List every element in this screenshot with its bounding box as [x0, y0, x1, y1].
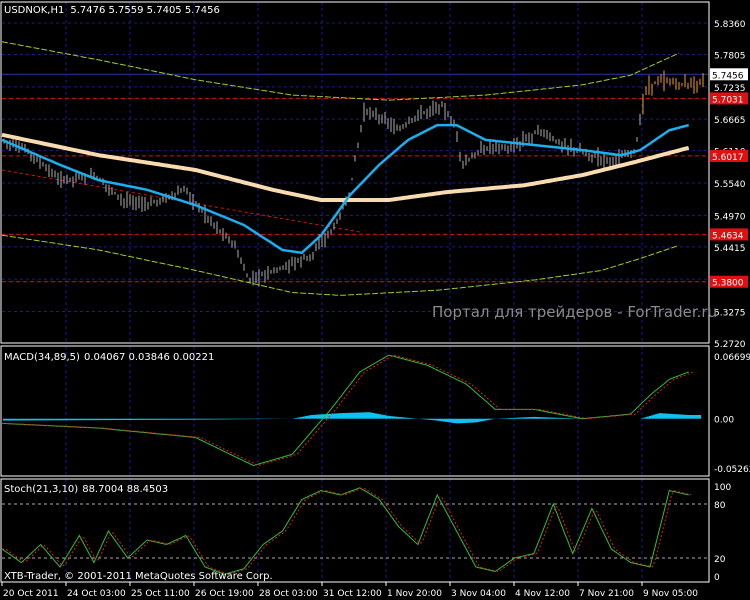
- level-label: 5.7031: [712, 95, 744, 105]
- axes: 20 Oct 2011 24 Oct 03:00 25 Oct 11:00 26 Oc…: [0, 1, 750, 599]
- price-panel[interactable]: [1, 41, 708, 296]
- macd-main-line: [1, 354, 689, 467]
- macd-panel[interactable]: [1, 354, 701, 467]
- y-tick-label: 100: [714, 483, 731, 493]
- macd-signal-line: [2, 354, 694, 467]
- x-tick-label: 28 Oct 03:00: [259, 589, 318, 599]
- x-tick-label: 26 Oct 19:00: [195, 589, 254, 599]
- y-tick-label: 5.4970: [714, 212, 746, 222]
- stoch-header: Stoch(21,3,10) 88.7004 88.4503: [4, 484, 168, 495]
- level-label: 5.4634: [712, 231, 744, 241]
- y-tick-label: -0.05262: [714, 465, 750, 475]
- symbol-header: USDNOK,H1 5.7476 5.7559 5.7405 5.7456: [4, 5, 220, 16]
- y-tick-label: 0.00: [714, 416, 734, 426]
- y-tick-label: 80: [714, 501, 726, 511]
- watermark: Портал для трейдеров - ForTrader.ru: [432, 303, 717, 321]
- envelope-lower-line: [1, 234, 680, 296]
- panel-frame: [0, 1, 710, 344]
- stoch-d-line: [2, 487, 692, 575]
- current-price-label: 5.7456: [712, 71, 744, 81]
- x-tick-label: 9 Nov 05:00: [643, 589, 698, 599]
- fast-ma-line: [1, 123, 690, 255]
- macd-header: MACD(34,89,5) 0.04067 0.03846 0.00221: [4, 352, 214, 363]
- y-tick-label: 5.4415: [714, 244, 746, 254]
- chart-canvas[interactable]: 20 Oct 2011 24 Oct 03:00 25 Oct 11:00 26 Oc…: [0, 0, 750, 600]
- y-tick-label: 0.06699: [714, 353, 750, 363]
- y-tick-label: 5.5540: [714, 180, 746, 190]
- copyright-footer: XTB-Trader, © 2001-2011 MetaQuotes Softw…: [4, 571, 273, 582]
- x-tick-label: 25 Oct 11:00: [131, 589, 190, 599]
- envelope-upper-line: [1, 41, 680, 101]
- x-tick-label: 20 Oct 2011: [3, 589, 59, 599]
- level-label: 5.3800: [712, 279, 744, 289]
- x-tick-label: 4 Nov 12:00: [515, 589, 570, 599]
- y-tick-label: 5.8360: [714, 20, 746, 30]
- y-tick-label: 5.7805: [714, 51, 746, 61]
- grid-lines: [2, 2, 708, 582]
- x-tick-label: 3 Nov 04:00: [451, 589, 506, 599]
- y-tick-label: 5.6665: [714, 116, 746, 126]
- stoch-panel[interactable]: [1, 487, 692, 575]
- y-tick-label: 5.2720: [714, 340, 746, 350]
- y-tick-label: 0: [714, 573, 720, 583]
- x-tick-label: 1 Nov 20:00: [387, 589, 442, 599]
- x-tick-label: 31 Oct 12:00: [323, 589, 382, 599]
- y-tick-label: 20: [714, 555, 726, 565]
- slow-ma-line: [1, 132, 690, 202]
- y-tick-label: 5.3275: [714, 309, 746, 319]
- x-tick-label: 7 Nov 21:00: [579, 589, 634, 599]
- x-tick-label: 24 Oct 03:00: [67, 589, 126, 599]
- panel-frame: [0, 345, 710, 477]
- mt4-chart-window: 20 Oct 2011 24 Oct 03:00 25 Oct 11:00 26 Oc…: [0, 0, 750, 600]
- y-tick-label: 5.7235: [714, 84, 746, 94]
- level-label: 5.6017: [712, 153, 744, 163]
